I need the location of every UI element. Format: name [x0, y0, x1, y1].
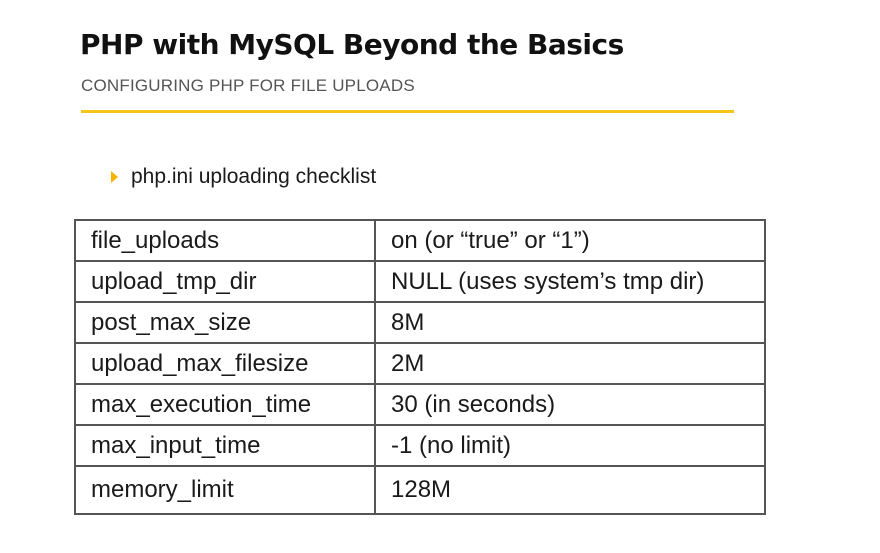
table-row: post_max_size 8M [74, 301, 766, 344]
slide-title: PHP with MySQL Beyond the Basics [80, 28, 624, 61]
setting-name-cell: max_execution_time [74, 383, 376, 426]
bullet-text: php.ini uploading checklist [131, 165, 377, 188]
setting-name-cell: post_max_size [74, 301, 376, 344]
title-underline [81, 110, 734, 113]
setting-value-cell: NULL (uses system’s tmp dir) [374, 260, 766, 303]
setting-value-cell: 2M [374, 342, 766, 385]
setting-value-cell: 128M [374, 465, 766, 515]
setting-value-cell: on (or “true” or “1”) [374, 219, 766, 262]
setting-value-cell: 8M [374, 301, 766, 344]
setting-name-cell: memory_limit [74, 465, 376, 515]
table-row: upload_tmp_dir NULL (uses system’s tmp d… [74, 260, 766, 303]
table-row: max_input_time -1 (no limit) [74, 424, 766, 467]
setting-name-cell: upload_tmp_dir [74, 260, 376, 303]
table-row: memory_limit 128M [74, 465, 766, 515]
setting-value-cell: 30 (in seconds) [374, 383, 766, 426]
table-row: file_uploads on (or “true” or “1”) [74, 219, 766, 262]
table-row: max_execution_time 30 (in seconds) [74, 383, 766, 426]
triangle-right-icon [111, 171, 118, 183]
php-ini-checklist-table: file_uploads on (or “true” or “1”) uploa… [74, 219, 766, 515]
slide-subtitle: CONFIGURING PHP FOR FILE UPLOADS [81, 76, 415, 95]
setting-name-cell: upload_max_filesize [74, 342, 376, 385]
setting-name-cell: file_uploads [74, 219, 376, 262]
setting-name-cell: max_input_time [74, 424, 376, 467]
table-row: upload_max_filesize 2M [74, 342, 766, 385]
bullet-item: php.ini uploading checklist [111, 164, 376, 190]
setting-value-cell: -1 (no limit) [374, 424, 766, 467]
